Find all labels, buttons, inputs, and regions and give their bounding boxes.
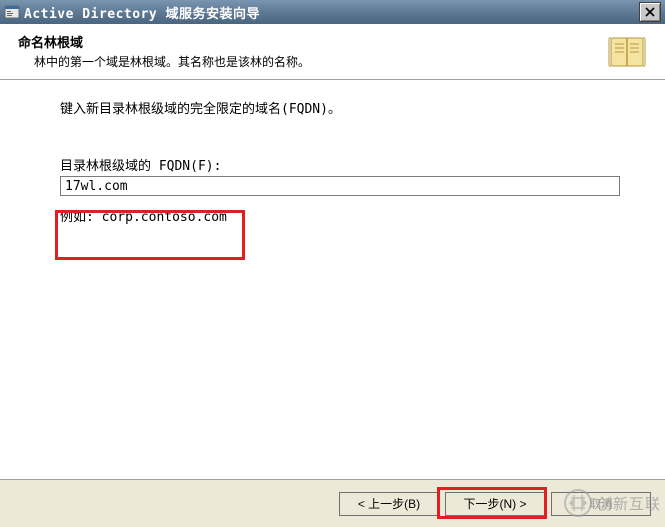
cancel-button[interactable]: 取消 xyxy=(551,492,651,516)
fqdn-label: 目录林根级域的 FQDN(F): xyxy=(60,155,637,174)
titlebar: Active Directory 域服务安装向导 xyxy=(0,0,665,24)
back-button[interactable]: < 上一步(B) xyxy=(339,492,439,516)
wizard-header: 命名林根域 林中的第一个域是林根域。其名称也是该林的名称。 xyxy=(0,24,665,80)
window-title: Active Directory 域服务安装向导 xyxy=(24,3,639,22)
page-description: 林中的第一个域是林根域。其名称也是该林的名称。 xyxy=(34,53,651,70)
book-icon xyxy=(605,30,649,74)
fqdn-input[interactable] xyxy=(60,176,620,196)
wizard-body: 键入新目录林根级域的完全限定的域名(FQDN)。 目录林根级域的 FQDN(F)… xyxy=(0,80,665,479)
example-text: 例如: corp.contoso.com xyxy=(60,206,637,225)
next-button[interactable]: 下一步(N) > xyxy=(445,492,545,516)
page-title: 命名林根域 xyxy=(18,32,651,51)
close-button[interactable] xyxy=(639,2,661,22)
wizard-window: Active Directory 域服务安装向导 命名林根域 林中的第一个域是林… xyxy=(0,0,665,527)
instruction-text: 键入新目录林根级域的完全限定的域名(FQDN)。 xyxy=(60,98,637,117)
app-icon xyxy=(4,4,20,20)
wizard-footer: < 上一步(B) 下一步(N) > 取消 xyxy=(0,479,665,527)
